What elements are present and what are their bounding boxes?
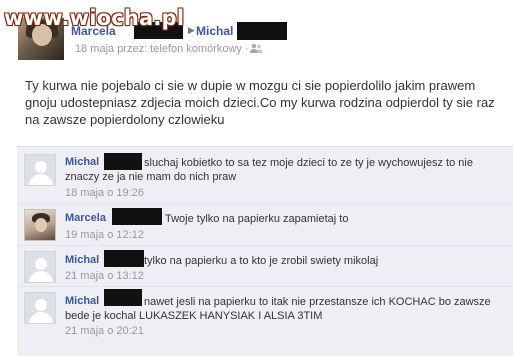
comment-text-continued: bede je kochal LUKASZEK HANYSIAK I ALSIA… xyxy=(65,310,323,322)
comment-item: Marcela Twoje tylko na papierku zapamiet… xyxy=(17,204,513,246)
comment-author[interactable]: Marcela xyxy=(65,212,106,224)
default-avatar-icon[interactable] xyxy=(24,251,56,283)
default-avatar-icon[interactable] xyxy=(24,154,56,186)
redaction-bar xyxy=(104,153,142,170)
comment-text-continued: znaczy ze ja nie mam do nich praw xyxy=(65,171,237,183)
post-target-name[interactable]: Michal xyxy=(196,24,233,38)
people-icon[interactable] xyxy=(249,43,263,54)
comment-timestamp[interactable]: 21 maja o 20:21 xyxy=(65,325,144,337)
comment-text: nawet jesli na papierku to itak nie prze… xyxy=(144,296,491,308)
post-body-text: Ty kurwa nie pojebalo ci sie w dupie w m… xyxy=(25,78,495,127)
comment-text: sluchaj kobietko to sa tez moje dzieci t… xyxy=(144,157,473,169)
user-photo-avatar[interactable] xyxy=(24,209,56,241)
comment-timestamp[interactable]: 18 maja o 19:26 xyxy=(65,187,144,199)
comment-timestamp[interactable]: 21 maja o 13:12 xyxy=(65,270,144,282)
redaction-bar xyxy=(112,208,162,225)
facebook-wall-post: www.wiocha.pl Marcela ▶ Michal 18 maja p… xyxy=(0,0,513,356)
comment-timestamp[interactable]: 19 maja o 12:12 xyxy=(65,229,144,241)
comment-author[interactable]: Michal xyxy=(65,156,99,168)
redaction-bar xyxy=(237,22,287,40)
arrow-right-icon: ▶ xyxy=(188,25,195,35)
comment-text: Twoje tylko na papierku zapamietaj to xyxy=(165,213,349,225)
comment-item: Michal tylko na papierku a to kto je zro… xyxy=(17,246,513,287)
redaction-bar xyxy=(104,250,144,267)
comments-list: Michal sluchaj kobietko to sa tez moje d… xyxy=(17,146,513,356)
default-avatar-icon[interactable] xyxy=(24,292,56,324)
redaction-bar xyxy=(104,289,142,306)
site-watermark: www.wiocha.pl xyxy=(4,6,185,30)
comment-item: Michal sluchaj kobietko to sa tez moje d… xyxy=(17,147,513,204)
comment-author[interactable]: Michal xyxy=(65,295,99,307)
comment-text: tylko na papierku a to kto je zrobil swi… xyxy=(144,255,379,267)
comment-item: Michal nawet jesli na papierku to itak n… xyxy=(17,287,513,356)
post-meta: 18 maja przez: telefon komórkowy · xyxy=(75,43,249,55)
comment-author[interactable]: Michal xyxy=(65,254,99,266)
